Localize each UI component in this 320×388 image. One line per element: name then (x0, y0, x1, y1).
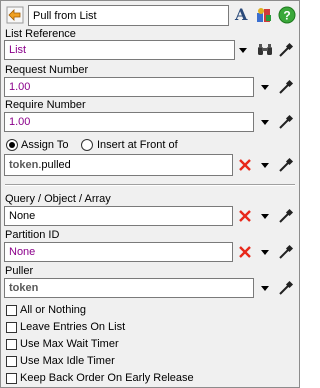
eyedropper-icon[interactable] (278, 114, 294, 130)
assign-to-field[interactable]: token.pulled (4, 154, 233, 176)
request-number-field[interactable]: 1.00 (4, 77, 254, 97)
clear-x-icon[interactable] (238, 158, 252, 172)
back-arrow-icon[interactable] (6, 6, 24, 24)
clear-x-icon[interactable] (238, 245, 252, 259)
max-idle-timer-checkbox[interactable] (6, 356, 17, 367)
eyedropper-icon[interactable] (278, 280, 294, 296)
eyedropper-icon[interactable] (278, 79, 294, 95)
binoculars-icon[interactable] (257, 43, 273, 57)
require-number-label: Require Number (5, 99, 86, 111)
puller-dropdown-icon[interactable] (261, 286, 269, 291)
assign-to-label[interactable]: Assign To (21, 139, 69, 152)
request-number-dropdown-icon[interactable] (261, 85, 269, 90)
insert-front-radio[interactable] (81, 139, 93, 151)
query-field[interactable]: None (4, 206, 233, 226)
eyedropper-icon[interactable] (278, 42, 294, 58)
font-a-icon[interactable]: A (235, 6, 251, 24)
puller-label: Puller (5, 265, 34, 277)
insert-front-label[interactable]: Insert at Front of (97, 139, 178, 152)
assign-pulled-text: .pulled (38, 159, 71, 171)
max-idle-timer-label[interactable]: Use Max Idle Timer (20, 355, 115, 368)
eyedropper-icon[interactable] (278, 208, 294, 224)
leave-entries-label[interactable]: Leave Entries On List (20, 321, 125, 334)
require-number-dropdown-icon[interactable] (261, 120, 269, 125)
pull-from-list-panel: Pull from List A ? List Reference List R… (0, 0, 300, 388)
keep-back-order-label[interactable]: Keep Back Order On Early Release (20, 372, 194, 385)
eyedropper-icon[interactable] (278, 244, 294, 260)
assign-token-text: token (9, 159, 39, 171)
section-divider (5, 184, 295, 186)
require-number-field[interactable]: 1.00 (4, 112, 254, 132)
max-wait-timer-label[interactable]: Use Max Wait Timer (20, 338, 119, 351)
query-label: Query / Object / Array (5, 193, 111, 205)
help-icon[interactable]: ? (278, 6, 296, 24)
all-or-nothing-checkbox[interactable] (6, 305, 17, 316)
partition-id-label: Partition ID (5, 229, 60, 241)
list-reference-dropdown-icon[interactable] (239, 48, 247, 53)
puller-field[interactable]: token (4, 278, 254, 298)
template-icon[interactable] (255, 6, 273, 24)
keep-back-order-checkbox[interactable] (6, 373, 17, 384)
max-wait-timer-checkbox[interactable] (6, 339, 17, 350)
assign-to-radio[interactable] (6, 139, 18, 151)
partition-id-dropdown-icon[interactable] (261, 250, 269, 255)
assign-to-dropdown-icon[interactable] (261, 163, 269, 168)
eyedropper-icon[interactable] (278, 157, 294, 173)
request-number-label: Request Number (5, 64, 89, 76)
all-or-nothing-label[interactable]: All or Nothing (20, 304, 86, 317)
svg-text:?: ? (283, 9, 290, 23)
partition-id-field[interactable]: None (4, 242, 233, 262)
title-field[interactable]: Pull from List (28, 5, 229, 26)
list-reference-field[interactable]: List (4, 40, 235, 60)
leave-entries-checkbox[interactable] (6, 322, 17, 333)
query-dropdown-icon[interactable] (261, 214, 269, 219)
clear-x-icon[interactable] (238, 209, 252, 223)
